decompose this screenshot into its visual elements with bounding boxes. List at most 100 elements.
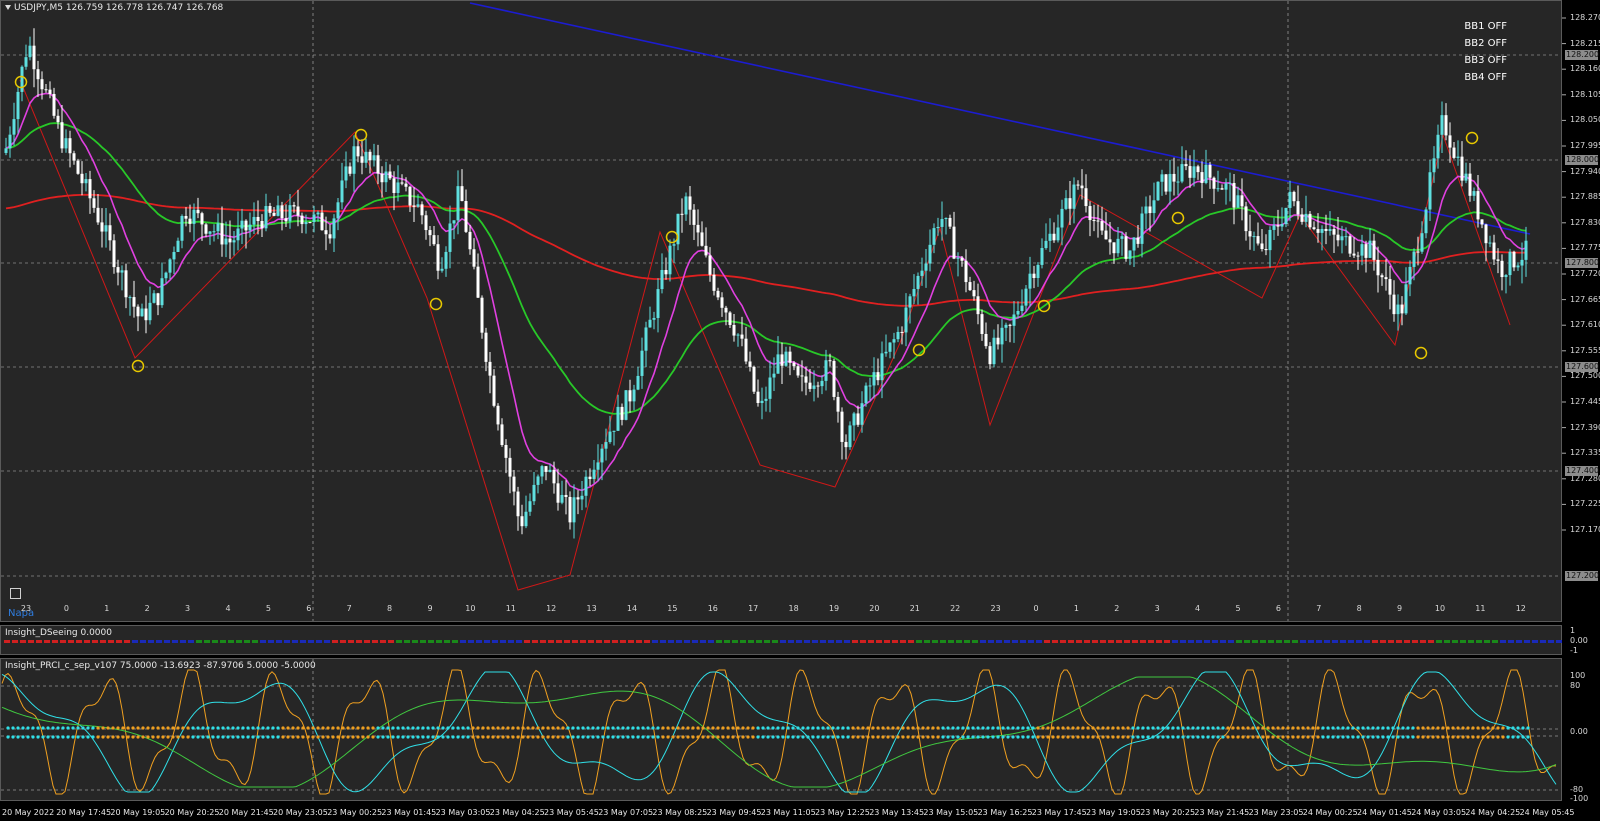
prci-dot — [476, 735, 480, 739]
dseeing-cell — [1004, 640, 1010, 643]
candle-body — [280, 205, 284, 219]
candle-body — [296, 206, 300, 216]
candle-body — [672, 244, 676, 246]
dseeing-cell — [916, 640, 922, 643]
prci-dot — [1221, 726, 1225, 730]
prci-dot — [1006, 735, 1010, 739]
candle-body — [364, 151, 368, 163]
prci-dot — [31, 726, 35, 730]
prci-dot — [1146, 726, 1150, 730]
dseeing-cell — [828, 640, 834, 643]
dseeing-cell — [388, 640, 394, 643]
candle-body — [912, 289, 916, 297]
prci-dot — [1501, 726, 1505, 730]
prci-dot — [586, 726, 590, 730]
candle-body — [1464, 173, 1468, 181]
candle-body — [548, 469, 552, 472]
time-label: 23 May 13:45 — [869, 808, 925, 817]
prci-dot — [1186, 735, 1190, 739]
prci-dot — [1371, 726, 1375, 730]
prci-dot — [616, 735, 620, 739]
prci-dot — [176, 726, 180, 730]
candle-body — [584, 476, 588, 496]
prci-dot — [1296, 735, 1300, 739]
dseeing-cell — [1012, 640, 1018, 643]
prci-dot — [1281, 735, 1285, 739]
time-label: 23 May 04:25 — [489, 808, 545, 817]
prci-axis-label: -80 — [1570, 785, 1584, 794]
dseeing-cell — [908, 640, 914, 643]
hour-label: 17 — [748, 604, 759, 613]
prci-dot — [736, 726, 740, 730]
candle-body — [104, 225, 108, 232]
time-label: 23 May 19:05 — [1086, 808, 1141, 817]
candle-body — [588, 476, 592, 479]
price-label: 127.775 — [1570, 243, 1600, 253]
prci-dot — [441, 735, 445, 739]
dseeing-cell — [1100, 640, 1106, 643]
candle-body — [736, 334, 740, 336]
prci-dot — [561, 726, 565, 730]
dseeing-cell — [804, 640, 810, 643]
dseeing-cell — [268, 640, 274, 643]
hour-label: 7 — [346, 604, 352, 613]
prci-dot — [1416, 735, 1420, 739]
price-label: 128.160 — [1570, 64, 1600, 74]
dseeing-cell — [100, 640, 106, 643]
prci-dot — [366, 726, 370, 730]
hour-label: 23 — [990, 604, 1001, 613]
candle-body — [1472, 191, 1476, 196]
prci-dot — [1236, 735, 1240, 739]
dseeing-cell — [1444, 640, 1450, 643]
dseeing-cell — [28, 640, 34, 643]
dseeing-cell — [1164, 640, 1170, 643]
swing-marker — [1414, 346, 1428, 360]
prci-dot — [46, 735, 50, 739]
prci-dot — [511, 735, 515, 739]
prci-dot — [1046, 735, 1050, 739]
prci-dot — [671, 726, 675, 730]
prci-dot — [601, 726, 605, 730]
hour-label: 13 — [586, 604, 597, 613]
prci-dot — [756, 726, 760, 730]
candle-body — [396, 182, 400, 193]
prci-dot — [246, 735, 250, 739]
candle-body — [1124, 236, 1128, 259]
prci-dot — [141, 726, 145, 730]
prci-dot — [671, 735, 675, 739]
swing-marker — [1465, 131, 1479, 145]
candle-body — [52, 93, 56, 116]
prci-dot — [491, 726, 495, 730]
candle-body — [764, 398, 768, 401]
prci-dot — [1421, 726, 1425, 730]
dseeing-cell — [820, 640, 826, 643]
prci-dot — [1166, 726, 1170, 730]
hour-label: 6 — [306, 604, 312, 613]
prci-dot — [811, 735, 815, 739]
candle-body — [392, 178, 396, 193]
dseeing-cell — [1436, 640, 1442, 643]
prci-dot — [1126, 726, 1130, 730]
prci-dot — [1446, 726, 1450, 730]
prci-dot — [646, 726, 650, 730]
prci-dot — [581, 726, 585, 730]
prci-dot — [1316, 726, 1320, 730]
prci-dot — [146, 735, 150, 739]
prci-dot — [546, 735, 550, 739]
prci-dot — [1526, 735, 1530, 739]
candle-body — [48, 89, 52, 94]
prci-dot — [1506, 735, 1510, 739]
prci-dot — [1476, 726, 1480, 730]
prci-dot — [661, 735, 665, 739]
dseeing-cell — [412, 640, 418, 643]
time-label: 23 May 09:45 — [706, 808, 762, 817]
dseeing-cell — [1292, 640, 1298, 643]
prci-dot — [411, 735, 415, 739]
candle-body — [1168, 173, 1172, 192]
prci-dot — [36, 735, 40, 739]
candle-body — [1244, 206, 1248, 232]
prci-dot — [1046, 726, 1050, 730]
candle-body — [1084, 188, 1088, 207]
candle-body — [812, 385, 816, 389]
dseeing-cell — [756, 640, 762, 643]
